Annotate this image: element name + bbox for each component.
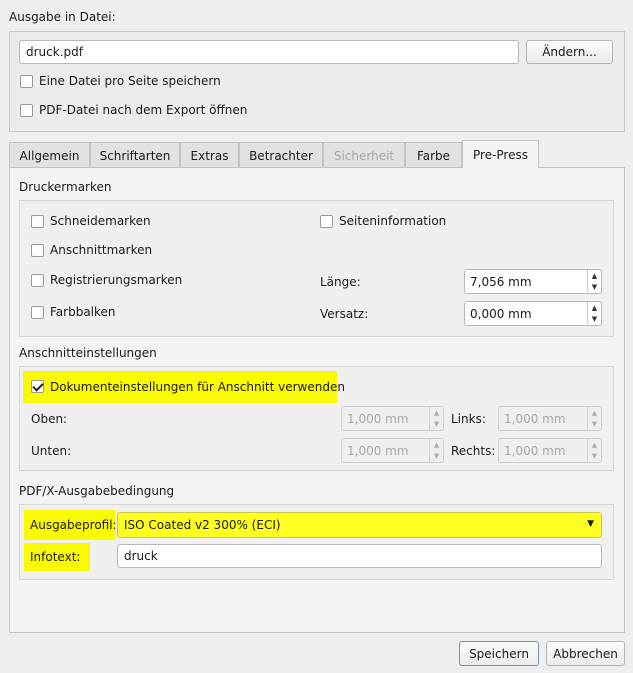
- offset-value: 0,000 mm: [470, 306, 532, 321]
- info-text-label: Infotext:: [30, 550, 81, 564]
- color-bars-checkbox[interactable]: [31, 306, 44, 319]
- registration-marks-checkbox[interactable]: [31, 274, 44, 287]
- offset-spinbox[interactable]: 0,000 mm ▲ ▼: [464, 301, 602, 326]
- tab-pre-press[interactable]: Pre-Press: [462, 140, 539, 168]
- output-profile-combobox[interactable]: ISO Coated v2 300% (ECI) ▼: [117, 512, 602, 538]
- spin-up-icon: ▲: [433, 440, 440, 449]
- output-profile-value: ISO Coated v2 300% (ECI): [124, 518, 281, 532]
- spin-up-icon: ▲: [591, 440, 598, 449]
- page-info-checkbox[interactable]: [320, 215, 333, 228]
- registration-marks-label: Registrierungsmarken: [50, 273, 183, 287]
- printer-marks-title: Druckermarken: [19, 180, 112, 194]
- top-label: Oben:: [31, 412, 68, 426]
- left-label: Links:: [451, 412, 486, 426]
- cancel-button[interactable]: Abbrechen: [546, 641, 625, 666]
- color-bars-label: Farbbalken: [50, 305, 116, 319]
- spin-down-icon: ▼: [433, 452, 440, 461]
- bottom-spinbox: 1,000 mm ▲ ▼: [341, 438, 444, 463]
- spin-up-icon: ▲: [433, 408, 440, 417]
- use-document-settings-label: Dokumenteinstellungen für Anschnitt verw…: [50, 380, 345, 394]
- spin-down-icon: ▼: [591, 420, 598, 429]
- pdfx-title: PDF/X-Ausgabebedingung: [19, 484, 175, 498]
- bleed-marks-checkbox[interactable]: [31, 244, 44, 257]
- info-text-input[interactable]: druck: [117, 544, 602, 568]
- bottom-value: 1,000 mm: [347, 443, 409, 458]
- spin-up-icon: ▲: [591, 408, 598, 417]
- length-spinbox[interactable]: 7,056 mm ▲ ▼: [464, 269, 602, 294]
- spin-down-icon: ▼: [433, 420, 440, 429]
- length-label: Länge:: [320, 275, 361, 289]
- top-spinbox: 1,000 mm ▲ ▼: [341, 406, 444, 431]
- output-profile-label: Ausgabeprofil:: [30, 518, 117, 532]
- spin-down-icon: ▼: [591, 452, 598, 461]
- offset-label: Versatz:: [320, 307, 369, 321]
- save-button[interactable]: Speichern: [459, 641, 539, 666]
- right-spinbox: 1,000 mm ▲ ▼: [498, 438, 602, 463]
- spin-down-icon[interactable]: ▼: [588, 282, 601, 294]
- dropdown-arrow-icon[interactable]: ▼: [587, 519, 594, 529]
- crop-marks-checkbox[interactable]: [31, 215, 44, 228]
- left-value: 1,000 mm: [504, 411, 566, 426]
- left-spinbox: 1,000 mm ▲ ▼: [498, 406, 602, 431]
- page-info-label: Seiteninformation: [339, 214, 447, 228]
- crop-marks-label: Schneidemarken: [50, 214, 151, 228]
- bottom-label: Unten:: [31, 444, 72, 458]
- top-value: 1,000 mm: [347, 411, 409, 426]
- right-value: 1,000 mm: [504, 443, 566, 458]
- right-label: Rechts:: [451, 444, 496, 458]
- spin-down-icon[interactable]: ▼: [588, 314, 601, 326]
- length-value: 7,056 mm: [470, 274, 532, 289]
- spin-up-icon[interactable]: ▲: [588, 270, 601, 282]
- use-document-settings-checkbox[interactable]: [31, 380, 44, 393]
- spin-up-icon[interactable]: ▲: [588, 302, 601, 314]
- bleed-settings-title: Anschnitteinstellungen: [19, 346, 157, 360]
- bleed-marks-label: Anschnittmarken: [50, 243, 153, 257]
